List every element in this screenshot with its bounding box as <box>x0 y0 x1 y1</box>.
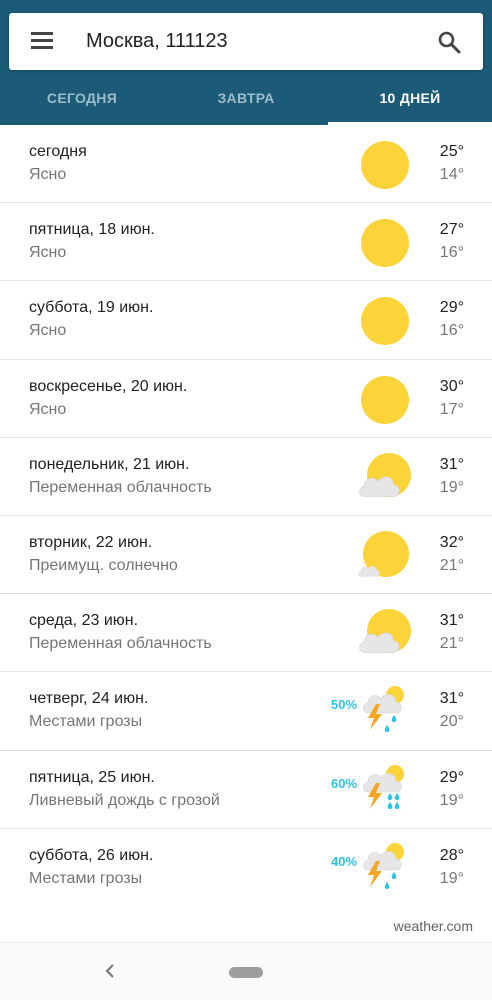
forecast-day: среда, 23 июн. <box>29 612 139 630</box>
thunderstorm-icon <box>363 686 404 733</box>
high-temp: 27° <box>439 221 464 239</box>
menu-icon[interactable] <box>31 32 53 50</box>
search-icon[interactable] <box>437 30 461 54</box>
sunny-icon <box>361 297 409 346</box>
forecast-row[interactable]: среда, 23 июн. Переменная облачность 31°… <box>0 594 492 673</box>
tab-10-days[interactable]: 10 ДНЕЙ <box>328 78 492 125</box>
low-temp: 19° <box>439 791 464 809</box>
forecast-row[interactable]: четверг, 24 июн. Местами грозы 50% 31° 2… <box>0 672 492 751</box>
low-temp: 17° <box>439 400 464 418</box>
high-temp: 30° <box>439 377 464 395</box>
forecast-condition: Ясно <box>29 244 67 262</box>
high-temp: 31° <box>439 455 464 473</box>
partly-cloudy-icon <box>359 609 411 654</box>
back-icon[interactable] <box>102 961 118 981</box>
precip-chance: 60% <box>331 775 358 791</box>
forecast-condition: Ясно <box>29 166 67 183</box>
forecast-day: пятница, 18 июн. <box>29 221 155 239</box>
forecast-row[interactable]: сегодня Ясно 25° 14° <box>0 125 492 204</box>
forecast-row[interactable]: суббота, 19 июн. Ясно 29° 16° <box>0 281 492 360</box>
forecast-row[interactable]: пятница, 18 июн. Ясно 27° 16° <box>0 203 492 282</box>
forecast-day: вторник, 22 июн. <box>29 533 153 551</box>
forecast-day: четверг, 24 июн. <box>29 690 149 708</box>
forecast-day: воскресенье, 20 июн. <box>29 377 188 395</box>
forecast-condition: Местами грозы <box>29 869 143 887</box>
attribution[interactable]: weather.com <box>394 918 473 934</box>
partly-cloudy-icon <box>359 452 411 497</box>
sunny-icon <box>361 219 409 268</box>
precip-chance: 50% <box>331 697 358 713</box>
forecast-row[interactable]: воскресенье, 20 июн. Ясно 30° 17° <box>0 360 492 438</box>
forecast-row[interactable]: суббота, 26 июн. Местами грозы 40% 28° 1… <box>0 829 492 907</box>
low-temp: 20° <box>439 713 464 731</box>
tab-tomorrow[interactable]: ЗАВТРА <box>164 78 328 125</box>
forecast-day: понедельник, 21 июн. <box>29 455 190 473</box>
sunny-icon <box>361 375 409 424</box>
sunny-icon <box>361 141 409 189</box>
low-temp: 19° <box>439 478 464 496</box>
high-temp: 25° <box>439 143 464 160</box>
mostly-sunny-icon <box>358 530 409 577</box>
high-temp: 31° <box>439 690 464 708</box>
location-text[interactable]: Москва, 111123 <box>86 30 228 53</box>
high-temp: 32° <box>439 533 464 551</box>
app-header: Москва, 111123 СЕГОДНЯ ЗАВТРА 10 ДНЕЙ <box>0 0 492 125</box>
tab-bar: СЕГОДНЯ ЗАВТРА 10 ДНЕЙ <box>0 78 492 125</box>
forecast-day: сегодня <box>29 143 87 160</box>
forecast-condition: Переменная облачность <box>29 635 212 653</box>
low-temp: 21° <box>439 556 464 574</box>
thunder-shower-icon <box>363 764 404 809</box>
forecast-condition: Ясно <box>29 322 67 340</box>
system-nav-bar <box>0 942 492 1000</box>
precip-chance: 40% <box>331 853 358 869</box>
low-temp: 21° <box>439 635 464 653</box>
high-temp: 29° <box>439 299 464 317</box>
low-temp: 16° <box>439 244 464 262</box>
forecast-row[interactable]: понедельник, 21 июн. Переменная облачнос… <box>0 438 492 516</box>
forecast-condition: Ясно <box>29 400 67 418</box>
low-temp: 19° <box>439 869 464 887</box>
forecast-condition: Ливневый дождь с грозой <box>29 791 220 809</box>
forecast-day: суббота, 26 июн. <box>29 846 154 864</box>
search-bar[interactable]: Москва, 111123 <box>9 13 483 70</box>
high-temp: 31° <box>439 612 464 630</box>
high-temp: 29° <box>439 768 464 786</box>
forecast-condition: Преимущ. солнечно <box>29 556 178 574</box>
forecast-day: пятница, 25 июн. <box>29 768 155 786</box>
thunderstorm-icon <box>363 842 404 889</box>
forecast-condition: Местами грозы <box>29 713 143 731</box>
forecast-row[interactable]: пятница, 25 июн. Ливневый дождь с грозой… <box>0 751 492 829</box>
forecast-row[interactable]: вторник, 22 июн. Преимущ. солнечно 32° 2… <box>0 516 492 595</box>
high-temp: 28° <box>439 846 464 864</box>
home-pill[interactable] <box>229 967 263 978</box>
tab-today[interactable]: СЕГОДНЯ <box>0 78 164 125</box>
forecast-condition: Переменная облачность <box>29 478 212 496</box>
low-temp: 16° <box>439 322 464 340</box>
forecast-list: сегодня Ясно 25° 14° пятница, 18 июн. Яс… <box>0 125 492 907</box>
low-temp: 14° <box>439 166 464 183</box>
forecast-day: суббота, 19 июн. <box>29 299 154 317</box>
